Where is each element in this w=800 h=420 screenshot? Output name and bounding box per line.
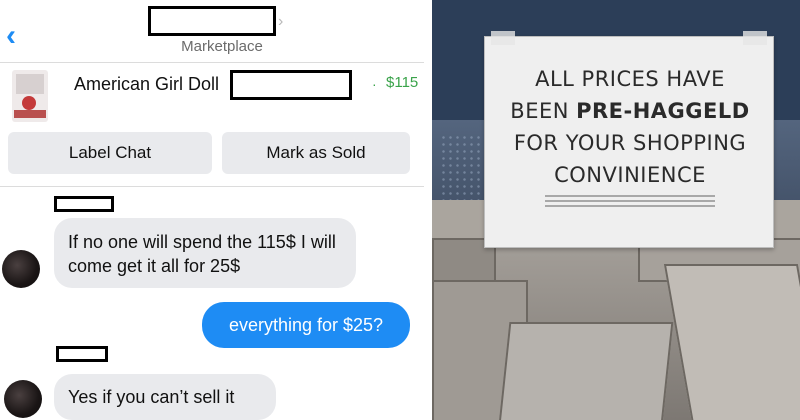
incoming-message[interactable]: If no one will spend the 115$ I will com… [54, 218, 356, 288]
store-sign-photo: ALL PRICES HAVE BEEN PRE-HAGGELD FOR YOU… [432, 0, 800, 420]
price-separator: · [372, 76, 377, 92]
listing-summary[interactable]: American Girl Doll · $115 [0, 64, 424, 128]
tape [491, 31, 515, 45]
tile [498, 322, 674, 420]
avatar[interactable] [2, 250, 40, 288]
sign-line-2-bold: PRE-HAGGELD [576, 99, 750, 123]
avatar[interactable] [4, 380, 42, 418]
marketplace-chat-screenshot: ‹ › Marketplace American Girl Doll · $11… [0, 0, 424, 420]
sign-fine-print [545, 195, 715, 207]
header-divider [0, 62, 424, 63]
paper-sign: ALL PRICES HAVE BEEN PRE-HAGGELD FOR YOU… [484, 31, 775, 248]
sign-line-2: BEEN PRE-HAGGELD [485, 99, 775, 123]
redacted-sender-name [54, 196, 114, 212]
redacted-contact-name [148, 6, 276, 36]
listing-price: $115 [386, 74, 419, 91]
header-subtitle: Marketplace [181, 38, 263, 55]
sign-line-4: CONVINIENCE [554, 163, 706, 187]
panel-gap [424, 0, 432, 420]
listing-title: American Girl Doll [74, 74, 220, 94]
redacted-listing-detail [230, 70, 352, 100]
outgoing-message[interactable]: everything for $25? [202, 302, 410, 348]
sign-line-1: ALL PRICES HAVE [535, 67, 725, 91]
actions-divider [0, 186, 424, 187]
sign-line-3: FOR YOUR SHOPPING [513, 131, 747, 155]
redacted-sender-name [56, 346, 108, 362]
chevron-right-icon[interactable]: › [278, 12, 283, 32]
chat-header: ‹ › Marketplace [0, 0, 424, 62]
incoming-message[interactable]: Yes if you can’t sell it [54, 374, 276, 420]
label-chat-button[interactable]: Label Chat [8, 132, 212, 174]
sign-line-2-prefix: BEEN [510, 99, 577, 123]
mark-as-sold-button[interactable]: Mark as Sold [222, 132, 410, 174]
listing-thumbnail [12, 70, 48, 122]
tape [743, 31, 767, 45]
